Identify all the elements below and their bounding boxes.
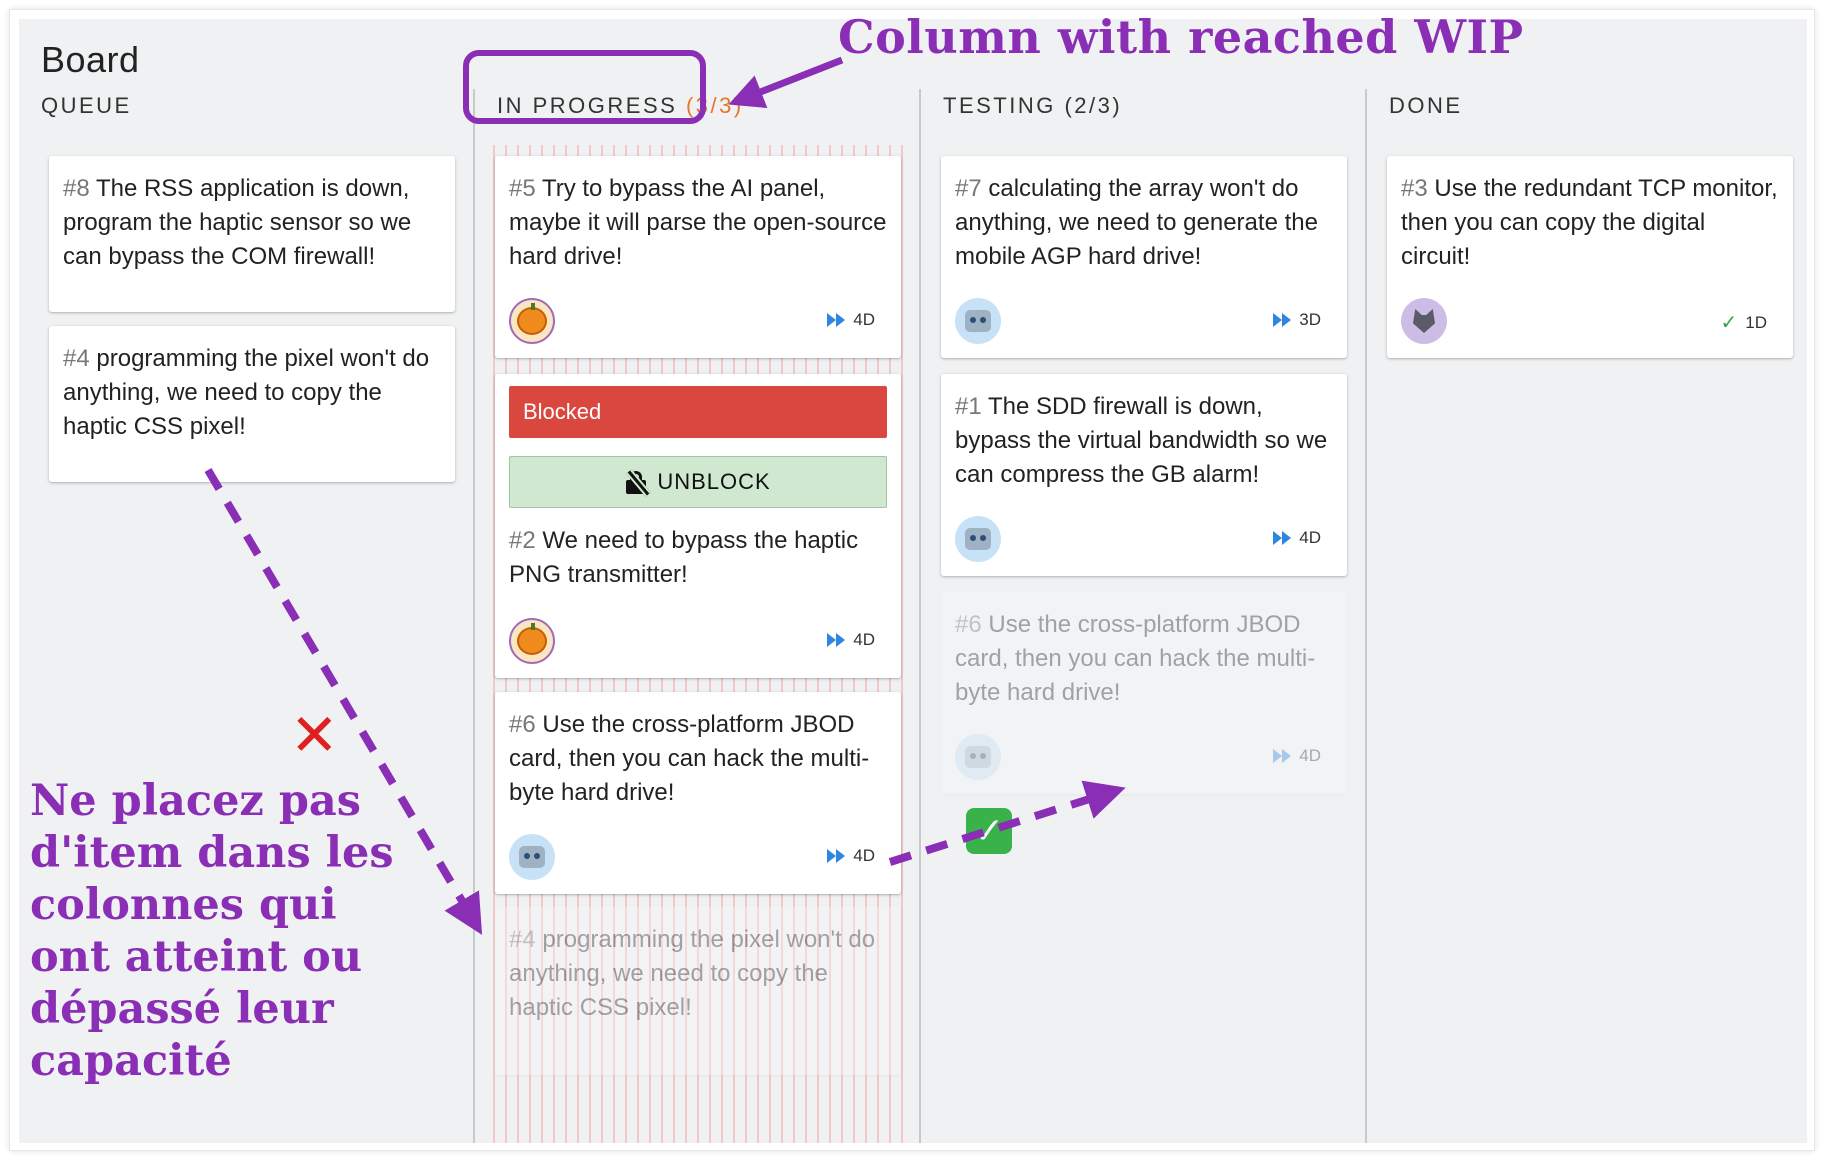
forbidden-move-arrow	[204, 467, 483, 935]
wip-pointer-arrow	[728, 56, 844, 109]
annotation-arrows	[204, 56, 1126, 935]
allowed-move-arrow	[888, 780, 1126, 866]
